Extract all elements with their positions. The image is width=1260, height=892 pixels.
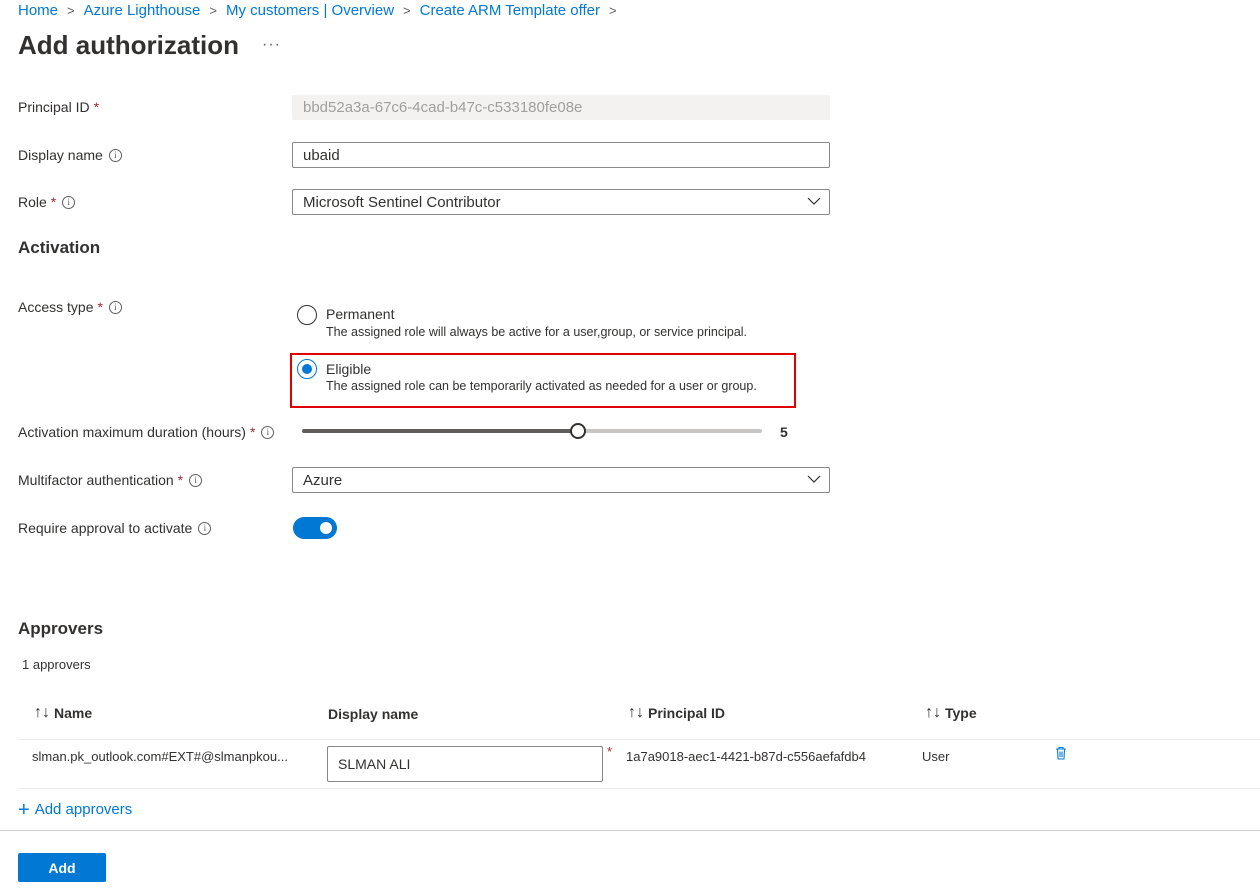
approvers-heading: Approvers [18,619,104,638]
add-button[interactable]: Add [18,853,106,882]
add-approvers-label: Add approvers [34,801,133,818]
required-marker: * [97,299,103,315]
column-name-label: Name [54,705,93,721]
info-icon[interactable]: i [62,195,76,209]
breadcrumb-my-customers[interactable]: My customers | Overview [226,2,394,19]
duration-value: 5 [780,424,788,440]
column-header-type[interactable]: ↑↓ Type [925,704,977,722]
approver-name: slman.pk_outlook.com#EXT#@slmanpkou... [32,749,288,764]
display-name-value: ubaid [303,146,340,164]
more-options-button[interactable]: ··· [262,36,281,54]
column-header-principal-id[interactable]: ↑↓ Principal ID [628,704,725,722]
page-title: Add authorization [18,30,239,60]
required-marker: * [249,424,256,440]
chevron-right-icon: > [209,3,217,18]
chevron-right-icon: > [403,3,411,18]
column-principal-id-label: Principal ID [648,705,726,721]
mfa-value: Azure [303,471,343,489]
approval-toggle[interactable] [293,517,337,539]
approver-principal-id: 1a7a9018-aec1-4421-b87d-c556aefafdb4 [626,749,866,764]
permanent-title: Permanent [326,306,395,322]
eligible-title: Eligible [326,361,372,377]
required-marker: * [50,194,57,210]
delete-icon[interactable] [1055,746,1067,760]
access-type-label-text: Access type [18,299,94,315]
duration-slider-thumb[interactable] [570,423,586,439]
required-marker: * [177,472,184,488]
add-approvers-link[interactable]: + Add approvers [18,798,133,821]
eligible-description: The assigned role can be temporarily act… [326,379,757,393]
required-marker: * [93,99,100,115]
chevron-down-icon [807,475,821,483]
table-header-divider [18,739,1260,740]
mfa-label-text: Multifactor authentication [18,472,174,488]
table-row-divider [18,788,1260,789]
principal-id-value: bbd52a3a-67c6-4cad-b47c-c533180fe08e [303,99,583,116]
mfa-label: Multifactor authentication * i [18,472,203,488]
approval-label-text: Require approval to activate [18,520,193,536]
duration-label: Activation maximum duration (hours) * i [18,424,275,440]
display-name-label: Display name i [18,147,122,163]
sort-icon: ↑↓ [34,704,50,721]
chevron-down-icon [807,197,821,205]
approvers-count: 1 approvers [22,657,91,672]
approver-type: User [922,749,950,764]
footer-divider [0,830,1260,831]
info-icon[interactable]: i [108,300,122,314]
display-name-label-text: Display name [18,147,103,163]
approver-display-name-input[interactable]: SLMAN ALI [327,746,603,782]
approval-label: Require approval to activate i [18,520,212,536]
column-type-label: Type [945,705,977,721]
sort-icon: ↑↓ [925,704,941,721]
display-name-input[interactable]: ubaid [292,142,830,168]
breadcrumb-home[interactable]: Home [18,2,58,19]
info-icon[interactable]: i [261,425,275,439]
role-value: Microsoft Sentinel Contributor [303,193,501,211]
chevron-right-icon: > [67,3,75,18]
info-icon[interactable]: i [189,473,203,487]
principal-id-label: Principal ID * [18,99,99,115]
breadcrumb-create-arm-template[interactable]: Create ARM Template offer [420,2,600,19]
column-header-display-name: Display name [328,706,418,722]
column-display-name-label: Display name [328,706,419,722]
role-label: Role * i [18,194,76,210]
breadcrumb: Home > Azure Lighthouse > My customers |… [18,2,626,19]
approver-display-name-value: SLMAN ALI [338,756,411,772]
permanent-description: The assigned role will always be active … [326,325,748,339]
access-type-label: Access type * i [18,299,122,315]
breadcrumb-azure-lighthouse[interactable]: Azure Lighthouse [84,2,201,19]
plus-icon: + [18,798,30,821]
mfa-dropdown[interactable]: Azure [292,467,830,493]
info-icon[interactable]: i [108,148,122,162]
principal-id-label-text: Principal ID [18,99,90,115]
role-label-text: Role [18,194,47,210]
sort-icon: ↑↓ [628,704,644,721]
required-marker: * [607,744,613,759]
chevron-right-icon: > [609,3,617,18]
activation-heading: Activation [18,238,101,257]
column-header-name[interactable]: ↑↓ Name [34,704,92,722]
eligible-radio[interactable] [297,359,317,379]
duration-label-text: Activation maximum duration (hours) [18,424,246,440]
toggle-knob [320,522,332,534]
principal-id-field: bbd52a3a-67c6-4cad-b47c-c533180fe08e [292,95,830,120]
duration-slider-fill [302,429,578,433]
role-dropdown[interactable]: Microsoft Sentinel Contributor [292,189,830,215]
permanent-radio[interactable] [297,305,317,325]
info-icon[interactable]: i [198,521,212,535]
